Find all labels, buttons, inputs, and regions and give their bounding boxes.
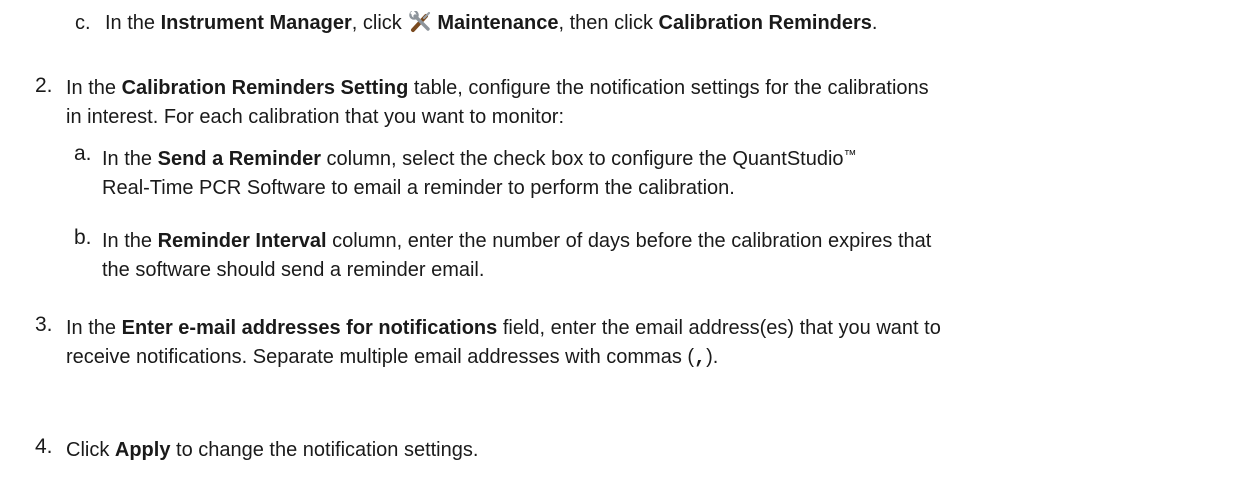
step-text: In the Send a Reminder column, select th… [102, 147, 857, 199]
step-label: b. [74, 226, 92, 249]
email-notifications-field-term: Enter e-mail addresses for notifications [121, 317, 498, 339]
send-a-reminder-term: Send a Reminder [157, 148, 321, 170]
maintenance-term: Maintenance [437, 12, 559, 34]
calibration-reminders-term: Calibration Reminders [658, 12, 872, 34]
step-text: In the Calibration Reminders Setting tab… [66, 77, 929, 128]
instrument-manager-term: Instrument Manager [160, 12, 352, 34]
instruction-document: c. In the Instrument Manager, click Main… [0, 0, 1238, 477]
step-label: a. [74, 142, 92, 165]
comma-separator: , [694, 347, 707, 370]
apply-term: Apply [114, 439, 171, 461]
step-label: c. [75, 12, 91, 34]
calibration-reminders-setting-term: Calibration Reminders Setting [121, 77, 409, 99]
wrench-screwdriver-icon [409, 11, 431, 32]
step-text: In the Instrument Manager, click Mainten… [105, 11, 878, 34]
step-text: In the Reminder Interval column, enter t… [102, 230, 932, 281]
step-label: 4. [35, 435, 53, 458]
step-label: 2. [35, 74, 53, 97]
step-text: In the Enter e-mail addresses for notifi… [66, 317, 941, 370]
step-text: Click Apply to change the notification s… [66, 439, 479, 461]
step-label: 3. [35, 313, 53, 336]
reminder-interval-term: Reminder Interval [157, 230, 327, 252]
